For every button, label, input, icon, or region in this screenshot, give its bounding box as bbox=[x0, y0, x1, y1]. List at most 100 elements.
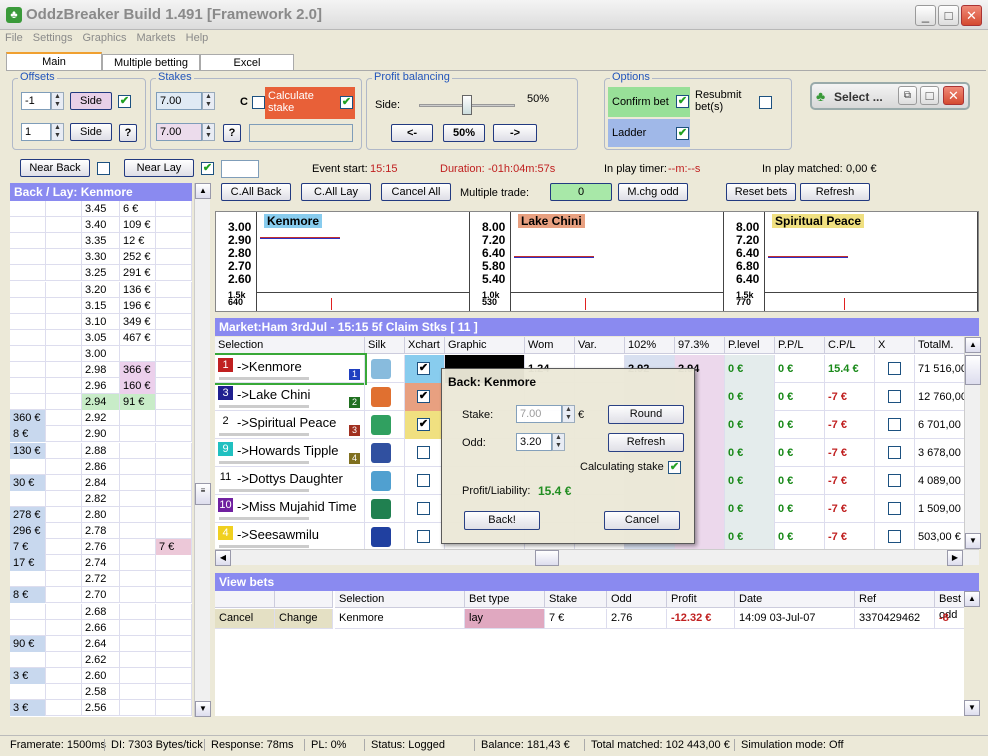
minimize-button[interactable]: _ bbox=[915, 5, 936, 26]
ladder-cell[interactable] bbox=[10, 329, 46, 346]
ladder-cell[interactable] bbox=[10, 571, 46, 588]
ladder-cell[interactable] bbox=[10, 249, 46, 266]
x-cell[interactable] bbox=[875, 467, 915, 495]
ladder-cell[interactable]: 3.35 bbox=[82, 233, 120, 250]
xchart-checkbox[interactable] bbox=[417, 502, 430, 515]
ladder-row[interactable]: 3.35 12 € bbox=[10, 233, 192, 250]
ladder-cell[interactable]: 8 € bbox=[10, 426, 46, 443]
xchart-cell[interactable]: ✔ bbox=[405, 411, 445, 439]
ladder-row[interactable]: 2.66 bbox=[10, 619, 192, 636]
ladder-row[interactable]: 3.30 252 € bbox=[10, 249, 192, 266]
mchg-odd-button[interactable]: M.chg odd bbox=[618, 183, 688, 201]
ladder-cell[interactable] bbox=[156, 474, 192, 491]
xchart-checkbox[interactable] bbox=[417, 474, 430, 487]
cancel-all-button[interactable]: Cancel All bbox=[381, 183, 451, 201]
ladder-cell[interactable] bbox=[10, 313, 46, 330]
offset-1-side-button[interactable]: Side bbox=[70, 92, 112, 110]
ladder-cell[interactable]: 2.70 bbox=[82, 587, 120, 604]
ladder-cell[interactable] bbox=[156, 651, 192, 668]
runner-selection-cell[interactable]: 10 ->Miss Mujahid Time bbox=[215, 495, 365, 523]
ladder-cell[interactable] bbox=[10, 345, 46, 362]
xchart-cell[interactable]: ✔ bbox=[405, 383, 445, 411]
ladder-row[interactable]: 130 € 2.88 bbox=[10, 442, 192, 459]
offset-1-input[interactable]: -1 bbox=[21, 92, 51, 110]
x-cell[interactable] bbox=[875, 439, 915, 467]
ladder-cell[interactable] bbox=[46, 217, 82, 234]
bet-change-button[interactable]: Change bbox=[275, 609, 333, 629]
ladder-cell[interactable] bbox=[156, 506, 192, 523]
ladder-cell[interactable] bbox=[156, 233, 192, 250]
tab-multiple-betting[interactable]: Multiple betting bbox=[102, 54, 200, 71]
ladder-cell[interactable]: 2.94 bbox=[82, 394, 120, 411]
ladder-row[interactable]: 3.20 136 € bbox=[10, 281, 192, 298]
calculate-stake-checkbox[interactable]: ✔ bbox=[340, 96, 353, 109]
xchart-checkbox[interactable]: ✔ bbox=[417, 362, 430, 375]
ladder-cell[interactable]: 2.64 bbox=[82, 635, 120, 652]
profit-50-button[interactable]: 50% bbox=[443, 124, 485, 142]
ladder-cell[interactable] bbox=[46, 281, 82, 298]
ladder-cell[interactable] bbox=[46, 313, 82, 330]
bets-scrollbar[interactable]: ▲ ▼ bbox=[964, 591, 980, 716]
runner-name[interactable]: ->Dottys Daughter bbox=[237, 469, 343, 489]
select-maximize-icon[interactable]: □ bbox=[920, 86, 939, 105]
ladder-cell[interactable] bbox=[46, 233, 82, 250]
offset-2-spinner[interactable]: ▲ ▼ bbox=[51, 123, 64, 141]
ladder-cell[interactable] bbox=[120, 619, 156, 636]
ladder-row[interactable]: 2.72 bbox=[10, 571, 192, 588]
stakes-help-icon[interactable]: ? bbox=[223, 124, 241, 142]
ladder-cell[interactable] bbox=[46, 201, 82, 217]
ladder-row[interactable]: 296 € 2.78 bbox=[10, 523, 192, 540]
ladder-cell[interactable]: 366 € bbox=[120, 362, 156, 378]
ladder-cell[interactable] bbox=[156, 201, 192, 217]
ladder-cell[interactable]: 6 € bbox=[120, 201, 156, 217]
ladder-cell[interactable]: 2.58 bbox=[82, 684, 120, 700]
x-cell[interactable] bbox=[875, 411, 915, 439]
ladder-cell[interactable] bbox=[156, 684, 192, 700]
ladder-cell[interactable] bbox=[156, 313, 192, 330]
ladder-cell[interactable] bbox=[10, 394, 46, 411]
ladder-cell[interactable] bbox=[10, 490, 46, 507]
maximize-button[interactable]: □ bbox=[938, 5, 959, 26]
ladder-cell[interactable] bbox=[46, 571, 82, 588]
ladder-row[interactable]: 2.98 366 € bbox=[10, 362, 192, 379]
menu-settings[interactable]: Settings bbox=[28, 30, 78, 46]
ladder-cell[interactable] bbox=[156, 281, 192, 298]
resubmit-bets-checkbox[interactable] bbox=[759, 96, 772, 109]
ladder-cell[interactable] bbox=[120, 490, 156, 507]
ladder-cell[interactable]: 2.84 bbox=[82, 474, 120, 491]
runner-selection-cell[interactable]: 3 ->Lake Chini 2 bbox=[215, 383, 365, 411]
ladder-cell[interactable]: 2.82 bbox=[82, 490, 120, 507]
ladder-row[interactable]: 17 € 2.74 bbox=[10, 555, 192, 572]
ladder-row[interactable]: 2.62 bbox=[10, 651, 192, 668]
dialog-round-button[interactable]: Round bbox=[608, 405, 684, 424]
ladder-cell[interactable]: 2.74 bbox=[82, 555, 120, 572]
x-cell[interactable] bbox=[875, 355, 915, 383]
ladder-cell[interactable]: 278 € bbox=[10, 506, 46, 523]
ladder-row[interactable]: 3.00 bbox=[10, 345, 192, 362]
dialog-odd-spinner[interactable]: ▲ ▼ bbox=[552, 433, 565, 451]
ladder-cell[interactable] bbox=[156, 700, 192, 717]
ladder-cell[interactable]: 17 € bbox=[10, 555, 46, 572]
ladder-cell[interactable] bbox=[156, 394, 192, 411]
ladder-cell[interactable] bbox=[156, 249, 192, 266]
ladder-cell[interactable] bbox=[46, 555, 82, 572]
ladder-cell[interactable] bbox=[156, 555, 192, 572]
x-checkbox[interactable] bbox=[888, 362, 901, 375]
ladder-cell[interactable] bbox=[156, 378, 192, 395]
ladder-cell[interactable] bbox=[46, 506, 82, 523]
grid-scroll-down-icon[interactable]: ▼ bbox=[965, 533, 981, 549]
profit-slider-thumb[interactable] bbox=[462, 95, 472, 115]
stake-2-input[interactable]: 7.00 bbox=[156, 123, 202, 141]
grid-scroll-up-icon[interactable]: ▲ bbox=[965, 337, 981, 353]
ladder-row[interactable]: 360 € 2.92 bbox=[10, 410, 192, 427]
ladder-cell[interactable] bbox=[46, 410, 82, 427]
ladder-cell[interactable] bbox=[46, 362, 82, 378]
ladder-cell[interactable]: 2.90 bbox=[82, 426, 120, 443]
ladder-cell[interactable]: 2.72 bbox=[82, 571, 120, 588]
x-cell[interactable] bbox=[875, 495, 915, 523]
ladder-cell[interactable] bbox=[120, 603, 156, 620]
grid-scroll-right-icon[interactable]: ▶ bbox=[947, 550, 963, 566]
ladder-row[interactable]: 3.40 109 € bbox=[10, 217, 192, 234]
ladder-row[interactable]: 3.15 196 € bbox=[10, 297, 192, 314]
ladder-cell[interactable] bbox=[156, 571, 192, 588]
